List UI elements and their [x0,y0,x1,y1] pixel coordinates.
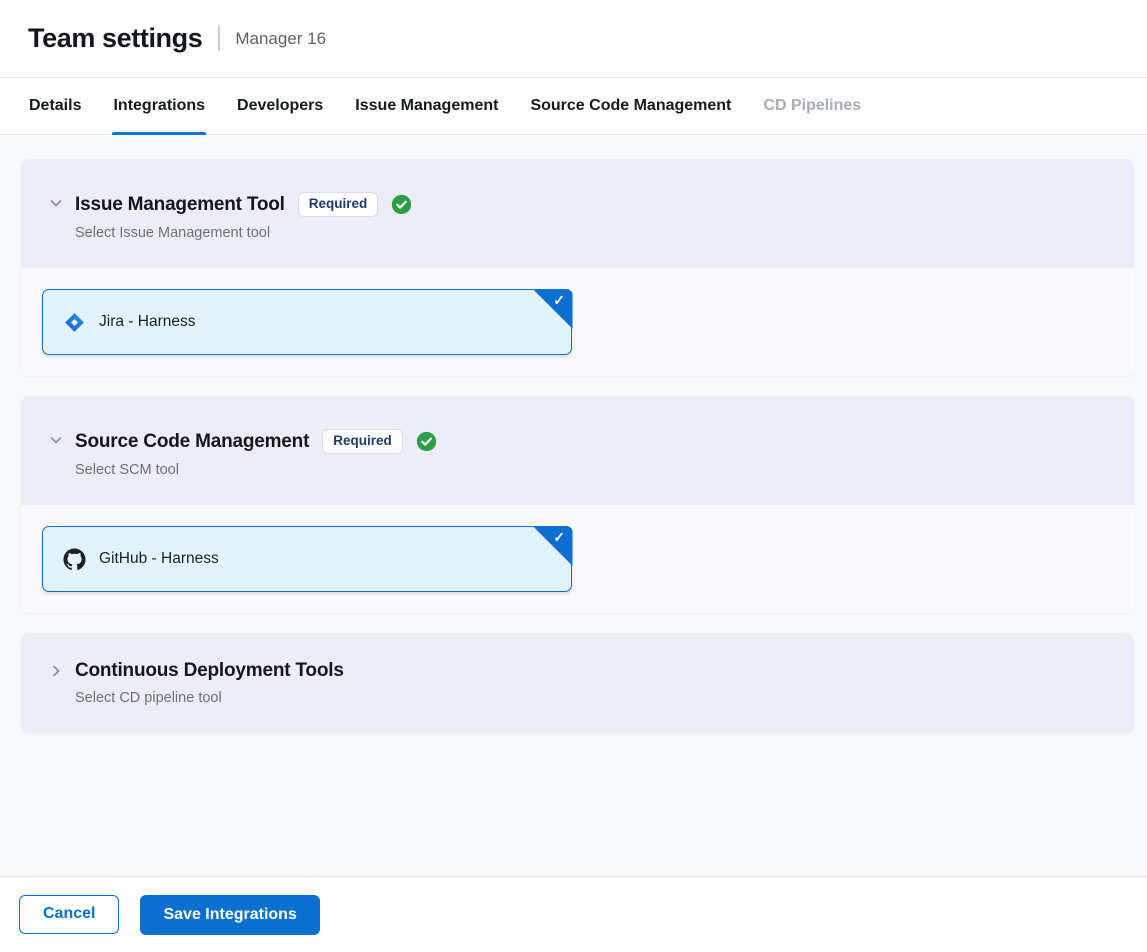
github-icon [63,548,86,571]
section-issue-management-body: Jira - Harness ✓ [21,268,1134,376]
tab-issue-management[interactable]: Issue Management [354,78,499,134]
page-title: Team settings [28,23,202,54]
section-issue-management-header[interactable]: Issue Management Tool Required Select Is… [21,159,1134,268]
section-title: Issue Management Tool [75,194,285,216]
section-cd-header[interactable]: Continuous Deployment Tools Select CD pi… [21,633,1134,733]
tab-bar: Details Integrations Developers Issue Ma… [0,78,1147,135]
save-integrations-button[interactable]: Save Integrations [140,895,319,935]
section-scm-header[interactable]: Source Code Management Required Select S… [21,396,1134,505]
tab-developers[interactable]: Developers [236,78,324,134]
selected-check-icon: ✓ [553,292,565,309]
required-badge: Required [298,192,379,217]
option-label: Jira - Harness [99,313,195,331]
section-subtitle: Select SCM tool [75,462,437,478]
footer-action-bar: Cancel Save Integrations [0,876,1147,952]
section-title: Source Code Management [75,431,309,453]
required-badge: Required [322,429,403,454]
tab-source-code-management[interactable]: Source Code Management [529,78,732,134]
green-check-circle-icon [416,431,437,452]
section-title: Continuous Deployment Tools [75,660,344,682]
option-jira-harness[interactable]: Jira - Harness ✓ [42,289,572,355]
section-source-code-management: Source Code Management Required Select S… [21,396,1134,613]
tab-details[interactable]: Details [28,78,82,134]
section-issue-management-tool: Issue Management Tool Required Select Is… [21,159,1134,376]
section-subtitle: Select Issue Management tool [75,225,412,241]
section-continuous-deployment-tools: Continuous Deployment Tools Select CD pi… [21,633,1134,733]
chevron-right-icon [48,663,64,684]
title-divider [218,26,220,51]
chevron-down-icon [48,195,64,216]
green-check-circle-icon [391,194,412,215]
tab-integrations[interactable]: Integrations [112,78,206,134]
jira-icon [63,311,86,334]
option-github-harness[interactable]: GitHub - Harness ✓ [42,526,572,592]
chevron-down-icon [48,432,64,453]
section-subtitle: Select CD pipeline tool [75,690,344,706]
selected-check-icon: ✓ [553,529,565,546]
option-label: GitHub - Harness [99,550,219,568]
cancel-button[interactable]: Cancel [19,895,119,934]
integrations-panel: Issue Management Tool Required Select Is… [0,135,1147,876]
page-header: Team settings Manager 16 [0,0,1147,78]
tab-cd-pipelines: CD Pipelines [762,78,862,134]
team-name-label: Manager 16 [235,29,326,49]
section-scm-body: GitHub - Harness ✓ [21,505,1134,613]
